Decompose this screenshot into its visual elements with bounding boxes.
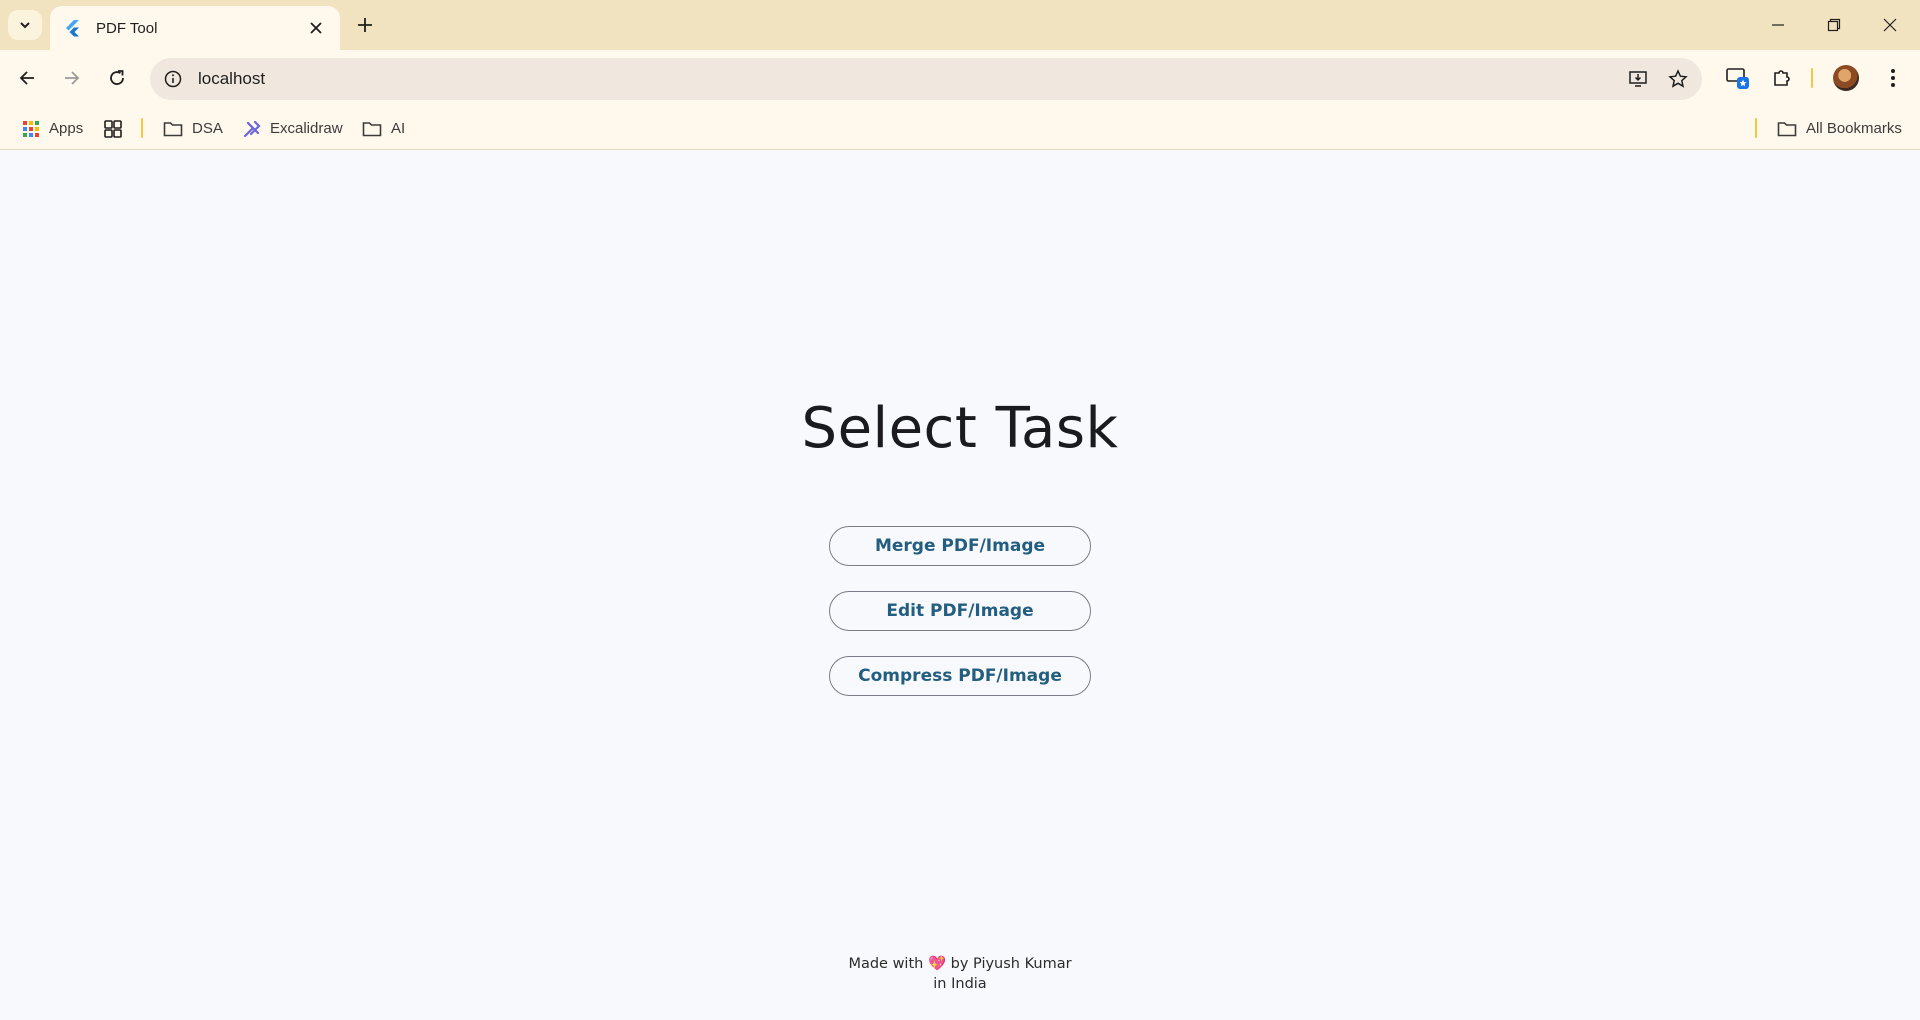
extensions-button[interactable] [1766, 62, 1798, 94]
bookmark-label: Apps [49, 120, 84, 137]
bookmark-apps[interactable]: Apps [22, 107, 83, 150]
restore-button[interactable] [1806, 0, 1862, 50]
minimize-icon [1772, 24, 1784, 26]
edit-pdf-image-button[interactable]: Edit PDF/Image [829, 591, 1091, 631]
tab-title: PDF Tool [96, 19, 158, 37]
url-text: localhost [198, 69, 266, 88]
folder-icon [1777, 121, 1797, 136]
tab-groups-icon [104, 119, 122, 138]
bookmark-excalidraw[interactable]: Excalidraw [243, 107, 343, 150]
tab-search-button[interactable] [8, 10, 42, 40]
minimize-button[interactable] [1750, 0, 1806, 50]
address-bar[interactable]: localhost [150, 58, 1702, 100]
excalidraw-icon [243, 120, 261, 137]
install-app-icon[interactable] [1622, 63, 1654, 95]
footer-made-with: Made with [848, 956, 924, 972]
heart-icon: 💖 [927, 956, 947, 972]
toolbar-divider [1811, 68, 1813, 88]
browser-tab[interactable]: PDF Tool [50, 6, 340, 50]
bookmark-label: DSA [192, 120, 223, 137]
footer-author: by Piyush Kumar [950, 956, 1072, 972]
tab-strip: PDF Tool [0, 0, 1920, 50]
page-title: Select Task [801, 396, 1119, 461]
cast-icon [1726, 68, 1749, 89]
bookmark-folder-ai[interactable]: AI [362, 107, 405, 150]
close-window-button[interactable] [1862, 0, 1918, 50]
page-content: Select Task Merge PDF/Image Edit PDF/Ima… [0, 151, 1920, 1020]
reload-icon [110, 70, 124, 85]
menu-button[interactable] [1877, 62, 1909, 94]
arrow-right-icon [65, 71, 80, 85]
all-bookmarks-label: All Bookmarks [1806, 120, 1902, 137]
browser-toolbar: localhost [0, 50, 1920, 107]
bookmark-folder-dsa[interactable]: DSA [163, 107, 223, 150]
close-icon [1883, 18, 1897, 32]
chevron-down-icon [20, 22, 30, 29]
folder-icon [362, 121, 382, 136]
forward-button[interactable] [56, 62, 88, 94]
bookmark-tab-groups[interactable] [103, 107, 132, 150]
flutter-icon [66, 20, 79, 37]
bookmarks-divider [141, 118, 143, 138]
footer-credit-line: Made with 💖 by Piyush Kumar [0, 954, 1920, 974]
compress-pdf-image-button[interactable]: Compress PDF/Image [829, 656, 1091, 696]
apps-grid-icon [23, 120, 39, 137]
more-vertical-icon [1891, 69, 1895, 87]
arrow-left-icon [19, 71, 34, 85]
profile-avatar[interactable] [1833, 65, 1859, 91]
new-tab-button[interactable] [352, 12, 378, 38]
bookmark-star-icon[interactable] [1662, 63, 1694, 95]
puzzle-icon [1774, 70, 1790, 86]
bookmarks-bar: Apps DSA Excalidraw AI All Bookmarks [0, 107, 1920, 150]
close-tab-icon[interactable] [306, 18, 326, 38]
bookmark-label: Excalidraw [270, 120, 343, 137]
folder-icon [163, 121, 183, 136]
reload-button[interactable] [101, 62, 133, 94]
footer-location: in India [933, 976, 987, 992]
site-info-icon[interactable] [162, 68, 184, 90]
footer: Made with 💖 by Piyush Kumar in India [0, 954, 1920, 994]
cast-button[interactable] [1722, 62, 1754, 94]
bookmarks-divider [1755, 118, 1757, 138]
restore-icon [1827, 18, 1841, 32]
plus-icon [358, 18, 372, 32]
merge-pdf-image-button[interactable]: Merge PDF/Image [829, 526, 1091, 566]
bookmark-label: AI [391, 120, 406, 137]
all-bookmarks-button[interactable]: All Bookmarks [1777, 107, 1902, 150]
back-button[interactable] [11, 62, 43, 94]
